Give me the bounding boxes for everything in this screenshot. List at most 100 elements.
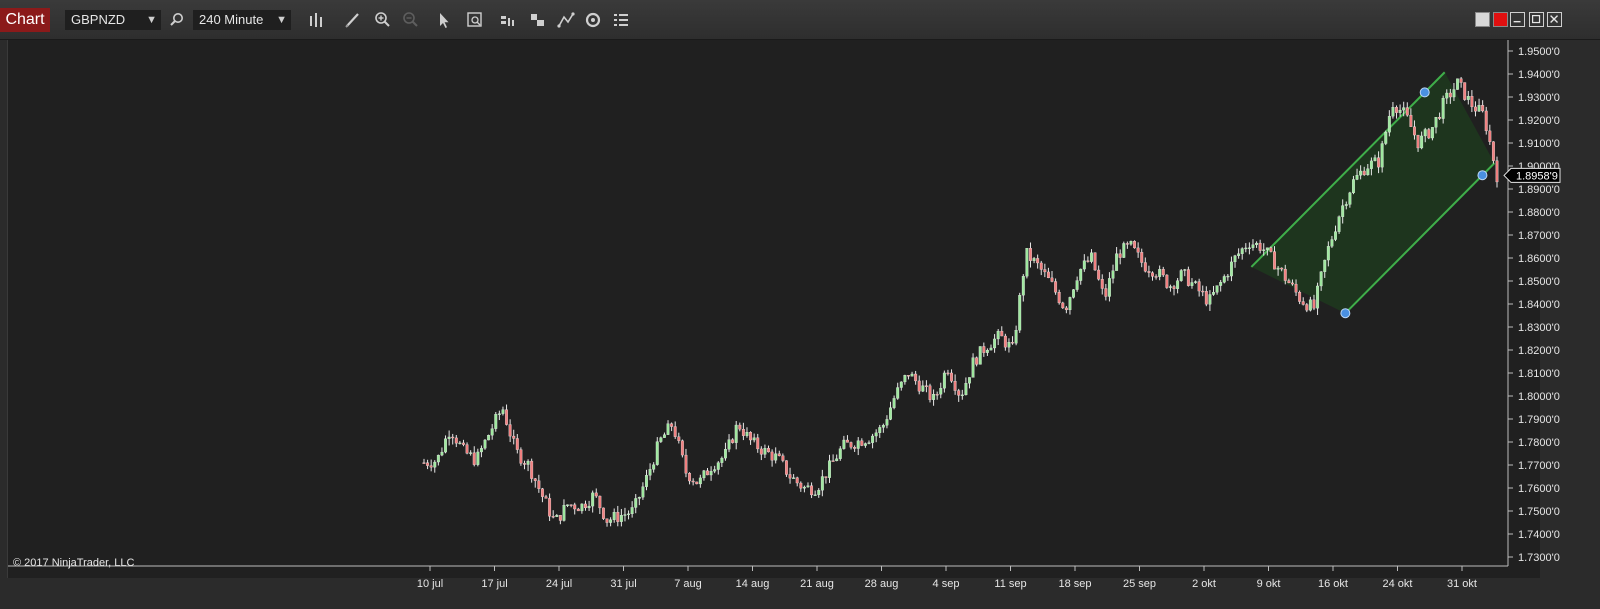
candle-body (982, 346, 986, 353)
candle (580, 503, 584, 514)
candle-body (1068, 297, 1072, 311)
candle-body (1133, 241, 1136, 249)
candle-body (540, 488, 544, 497)
candle (1161, 266, 1165, 278)
candle (1308, 296, 1312, 312)
candle-body (1434, 117, 1438, 128)
candle-body (1474, 106, 1477, 112)
candle-body (648, 469, 652, 476)
candle (1201, 285, 1205, 297)
candle-body (896, 387, 900, 399)
candle (1165, 274, 1169, 289)
candle-body (831, 460, 835, 462)
candle (960, 389, 964, 400)
candle (1219, 279, 1223, 292)
candle-body (799, 482, 803, 489)
candle (426, 459, 430, 470)
candle (1456, 78, 1459, 90)
channel-anchor-handle[interactable] (1419, 87, 1430, 98)
candle-body (806, 485, 810, 488)
candle (616, 505, 620, 527)
candle (953, 374, 957, 395)
candle-body (1280, 267, 1284, 270)
candle (540, 487, 544, 503)
candle-body (1072, 289, 1075, 298)
candle-body (1097, 269, 1101, 280)
candle-body (975, 357, 979, 365)
candle-body (1319, 271, 1323, 287)
candle (935, 391, 939, 400)
candle (1194, 280, 1198, 284)
candle (497, 410, 501, 421)
candle-body (1391, 107, 1395, 117)
candle (440, 447, 444, 457)
candle (1125, 241, 1129, 249)
candle-body (1416, 134, 1420, 149)
candle (738, 422, 742, 432)
candle (594, 488, 598, 498)
candle (932, 389, 936, 406)
channel-anchor-handle[interactable] (1477, 170, 1488, 181)
candle-body (444, 438, 447, 453)
candle-body (1104, 288, 1108, 297)
candle (523, 460, 526, 470)
x-tick-label: 31 jul (610, 578, 636, 590)
candle-body (462, 442, 465, 445)
candle (1003, 333, 1007, 351)
candle (914, 370, 918, 385)
y-tick-label: 1.9400'0 (1518, 69, 1560, 81)
candle-body (1025, 248, 1029, 277)
candle (1097, 265, 1101, 281)
candle-body (533, 478, 537, 481)
candle-body (440, 451, 444, 456)
candle-body (566, 504, 569, 506)
x-tick-label: 14 aug (736, 578, 770, 590)
candle (637, 496, 641, 506)
candle (1427, 127, 1431, 140)
candle-body (1420, 135, 1424, 149)
candle (799, 481, 803, 492)
y-tick-label: 1.7800'0 (1518, 437, 1560, 449)
candle-body (1158, 269, 1162, 277)
candle-body (429, 465, 433, 468)
candle-body (813, 494, 817, 496)
candle-body (1369, 160, 1373, 169)
candle-body (587, 505, 591, 509)
candle-body (1201, 290, 1205, 293)
candle-body (1247, 247, 1251, 249)
candle-body (950, 372, 953, 382)
candle-body (652, 464, 656, 470)
candle (1208, 290, 1212, 311)
candle (727, 434, 731, 453)
price-chart[interactable]: 1.9500'0 1.9400'0 1.9300'0 1.9200'0 1.9100'0… (0, 0, 1600, 609)
candle-body (691, 480, 695, 483)
candle-body (1029, 248, 1032, 261)
candle (1398, 104, 1402, 117)
candle (526, 459, 530, 472)
candle (634, 494, 638, 514)
candle (910, 371, 914, 377)
candle-body (1000, 330, 1004, 337)
candle-body (634, 498, 638, 508)
candle-body (1039, 262, 1043, 270)
candle-body (1448, 92, 1452, 98)
candle-body (576, 508, 580, 512)
candle-body (619, 515, 623, 522)
candle-body (1427, 129, 1431, 139)
candle (584, 500, 587, 511)
candle-body (659, 437, 663, 442)
candle-body (1413, 126, 1416, 136)
candle (454, 435, 458, 448)
candle-body (1290, 282, 1294, 285)
candle (1133, 240, 1136, 249)
candle-body (1237, 253, 1241, 256)
candle (566, 504, 569, 508)
y-tick-label: 1.9300'0 (1518, 92, 1560, 104)
candle (1481, 100, 1485, 113)
candle-body (749, 431, 753, 441)
candle-body (878, 427, 882, 433)
candle-body (1129, 241, 1133, 245)
channel-anchor-handle[interactable] (1340, 308, 1351, 319)
candle-body (1079, 268, 1083, 281)
candle-body (422, 462, 426, 464)
